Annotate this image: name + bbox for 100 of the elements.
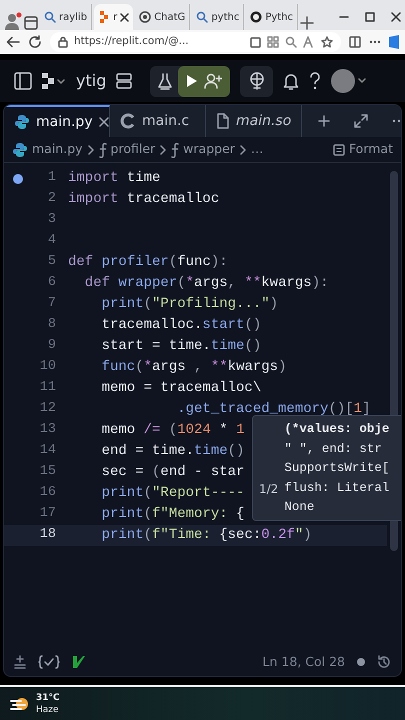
run-button[interactable] [178, 66, 230, 96]
code-line: def profiler(func): [67, 253, 228, 272]
line-number: 12 [40, 400, 56, 418]
code-line: start = time.time() [100, 337, 262, 356]
read-aloud-icon[interactable] [303, 36, 315, 48]
format-button[interactable]: Format [332, 140, 393, 159]
more-icon[interactable] [369, 40, 381, 44]
help-icon[interactable] [309, 72, 322, 90]
chevron-icon [88, 144, 94, 154]
file-tab[interactable]: main.so [206, 105, 302, 137]
weather-condition: Haze [36, 704, 60, 716]
line-number: 18 [40, 526, 56, 544]
format-icon [332, 144, 345, 156]
tab-actions-icon[interactable] [24, 16, 38, 30]
star-icon[interactable] [321, 36, 333, 48]
check-braces-icon[interactable] [38, 655, 60, 669]
close-icon[interactable] [120, 12, 130, 22]
history-icon[interactable] [377, 655, 391, 669]
play-icon [186, 74, 198, 88]
breadcrumb-item[interactable]: main.py [12, 140, 83, 159]
chevron-icon [240, 144, 246, 154]
address-bar[interactable]: https://replit.com/@... [50, 32, 341, 52]
sidebar-icon[interactable] [14, 72, 32, 90]
expand-icon[interactable] [354, 114, 368, 128]
repl-name[interactable]: ytig [76, 69, 106, 93]
close-icon[interactable] [391, 12, 401, 22]
chatbot-icon [139, 11, 152, 23]
line-number: 7 [48, 295, 56, 314]
code-line: import time [67, 169, 160, 188]
signature-text: None [284, 499, 316, 516]
globe-icon [248, 72, 265, 90]
code-line: memo = tracemalloc\ [100, 379, 262, 398]
database-icon[interactable] [116, 73, 132, 89]
replit-logo-icon[interactable] [42, 73, 66, 89]
code-line: end = time.time() [100, 442, 244, 461]
deploy-status-icon[interactable] [14, 655, 26, 669]
code-line: sec = (end - star [100, 463, 244, 482]
line-number: 14 [40, 442, 56, 460]
line-number: 13 [40, 421, 56, 440]
line-number: 16 [40, 484, 56, 502]
signature-text: flush: Literal [284, 480, 390, 496]
line-number: 9 [48, 337, 56, 356]
code-line: tracemalloc.start() [100, 316, 262, 335]
line-number: 10 [40, 358, 56, 376]
file-tab[interactable]: main.c [110, 105, 206, 137]
vim-icon[interactable] [72, 655, 86, 669]
search-icon [44, 11, 56, 23]
copilot-icon[interactable] [389, 35, 399, 49]
code-line: .get_traced_memory()[1] [176, 400, 370, 419]
code-line: print("Profiling...") [100, 295, 278, 314]
code-line: def wrapper(*args, **kwargs): [84, 274, 329, 293]
status-dot-icon [357, 658, 365, 666]
file-tab[interactable]: main.py [4, 105, 110, 137]
python-icon [14, 114, 30, 130]
zoom-icon[interactable] [285, 36, 297, 48]
signature-text: (*values: obje [284, 421, 390, 438]
apps-icon[interactable] [267, 36, 279, 48]
code-line: import tracemalloc [67, 190, 220, 209]
line-number: 2 [48, 190, 56, 208]
code-line: print("Report---- [100, 484, 244, 503]
close-icon[interactable] [98, 117, 109, 127]
avatar-icon[interactable] [331, 69, 368, 93]
file-icon [216, 113, 230, 129]
browser-tab[interactable]: r [94, 4, 134, 30]
new-tab-icon[interactable] [300, 16, 314, 30]
code-line: memo /= (1024 * 1 [100, 421, 244, 440]
search-icon [196, 11, 208, 23]
line-number: 3 [48, 211, 56, 230]
signature-counter: 1/2 [259, 480, 278, 498]
code-line: print(f"Memory: { [100, 505, 244, 524]
function-icon [171, 142, 180, 158]
line-number: 17 [40, 505, 56, 524]
back-icon[interactable] [6, 35, 20, 49]
deploy-button[interactable] [240, 66, 274, 96]
code-line: func(*args , **kwargs) [100, 358, 286, 377]
code-line: print(f"Time: {sec:0.2f") [100, 526, 312, 545]
signature-text: " ", end: str [284, 440, 383, 458]
line-number: 6 [48, 274, 56, 292]
flask-icon[interactable] [158, 72, 172, 90]
line-number: 8 [48, 316, 56, 334]
chevron-icon [160, 144, 166, 154]
breadcrumb-item[interactable]: wrapper [171, 140, 235, 159]
weather-icon[interactable] [10, 696, 30, 712]
refresh-icon[interactable] [28, 35, 42, 49]
cursor-position[interactable]: Ln 18, Col 28 [262, 652, 345, 672]
profile-icon[interactable] [4, 12, 22, 30]
temperature: 31°C [36, 692, 60, 704]
breadcrumb-item[interactable]: … [250, 140, 264, 159]
line-number: 15 [40, 463, 56, 482]
add-tab-icon[interactable] [318, 115, 330, 127]
c-language-icon [120, 113, 136, 129]
split-screen-icon[interactable] [349, 36, 361, 48]
bell-icon[interactable] [283, 72, 300, 90]
clipboard-icon[interactable] [250, 36, 261, 48]
cat-logo-icon [250, 11, 262, 23]
line-number: 11 [40, 379, 56, 398]
breadcrumb-item[interactable]: profiler [98, 140, 156, 159]
function-icon [98, 142, 107, 158]
maximize-icon[interactable] [365, 12, 375, 22]
signature-text: SupportsWrite[ [284, 460, 390, 477]
